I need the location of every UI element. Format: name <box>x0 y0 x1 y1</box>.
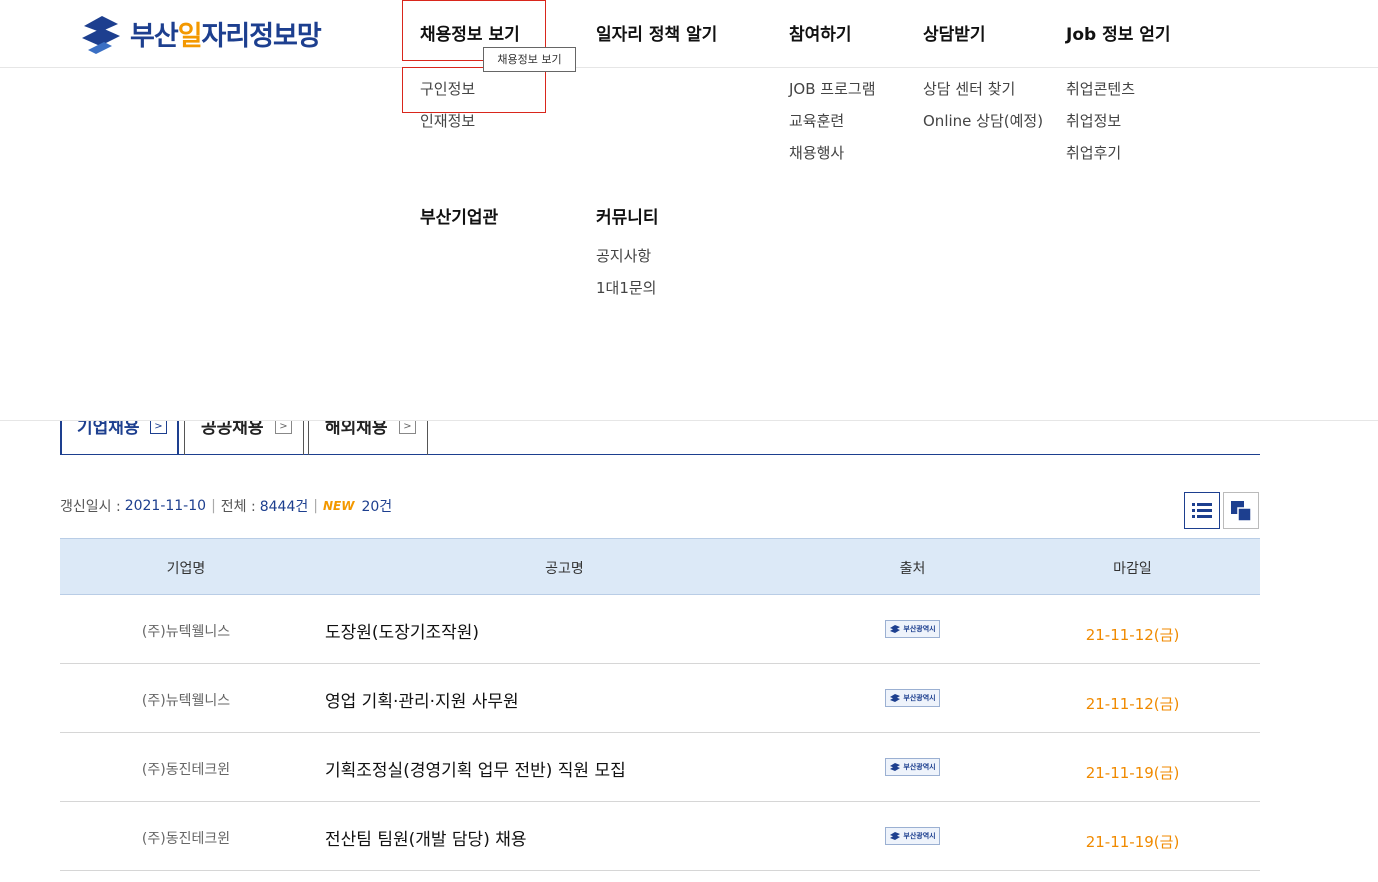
gnb-policy[interactable]: 일자리 정책 알기 <box>596 20 717 45</box>
col-deadline: 마감일 <box>1113 561 1152 577</box>
submenu-training[interactable]: 교육훈련 <box>789 110 844 131</box>
table-row[interactable]: (주)뉴텍웰니스 영업 기획·관리·지원 사무원 부산광역시 21-11-12(… <box>60 664 1260 733</box>
source-badge: 부산광역시 <box>885 689 940 707</box>
submenu-hiring-event[interactable]: 채용행사 <box>789 142 844 163</box>
company-name: (주)동진테크윈 <box>141 762 231 778</box>
tab-label: 공공채용 <box>201 421 264 438</box>
tab-overseas-recruit[interactable]: 해외채용 > <box>308 421 428 455</box>
menu-busan-companies[interactable]: 부산기업관 <box>420 203 498 228</box>
submenu-find-center[interactable]: 상담 센터 찾기 <box>923 78 1015 99</box>
posting-title[interactable]: 전산팀 팀원(개발 담당) 채용 <box>325 825 527 850</box>
site-logo[interactable]: 부산일자리정보망 <box>78 10 322 56</box>
list-view-button[interactable] <box>1184 492 1220 529</box>
gnb-job-get[interactable]: Job 정보 얻기 <box>1066 20 1171 45</box>
company-name: (주)뉴텍웰니스 <box>141 624 231 640</box>
source-badge: 부산광역시 <box>885 620 940 638</box>
company-name: (주)뉴텍웰니스 <box>141 693 231 709</box>
updated-label: 갱신일시 : <box>60 499 121 515</box>
total-value: 8444건 <box>259 499 309 515</box>
gnb-participate[interactable]: 참여하기 <box>789 20 852 45</box>
new-badge: NEW <box>322 499 355 513</box>
gnb-consult[interactable]: 상담받기 <box>923 20 986 45</box>
list-meta: 갱신일시 : 2021-11-10 | 전체 : 8444건 | NEW 20건 <box>60 496 392 516</box>
tab-company-recruit[interactable]: 기업채용 > <box>60 421 179 455</box>
tab-label: 기업채용 <box>77 421 140 438</box>
company-name: (주)동진테크윈 <box>141 831 231 847</box>
gnb-tooltip: 채용정보 보기 <box>483 47 576 72</box>
table-header: 기업명 공고명 출처 마감일 <box>60 538 1260 595</box>
source-label: 부산광역시 <box>903 694 936 702</box>
site-logo-text: 부산일자리정보망 <box>130 20 322 52</box>
source-label: 부산광역시 <box>903 763 936 771</box>
source-badge: 부산광역시 <box>885 827 940 845</box>
deadline: 21-11-12(금) <box>1085 626 1180 644</box>
submenu-inquiry[interactable]: 1대1문의 <box>596 277 657 298</box>
menu-community[interactable]: 커뮤니티 <box>596 203 659 228</box>
chevron-right-icon: > <box>275 421 292 434</box>
submenu-talent[interactable]: 인재정보 <box>420 110 475 131</box>
submenu-job-content[interactable]: 취업콘텐츠 <box>1066 78 1135 99</box>
site-header: 부산일자리정보망 채용정보 보기 일자리 정책 알기 참여하기 상담받기 Job… <box>0 0 1378 68</box>
submenu-online-consult[interactable]: Online 상담(예정) <box>923 110 1043 131</box>
col-company: 기업명 <box>166 561 206 577</box>
table-row[interactable]: (주)동진테크윈 전산팀 팀원(개발 담당) 채용 부산광역시 21-11-19… <box>60 802 1260 871</box>
submenu-job-program[interactable]: JOB 프로그램 <box>789 78 876 99</box>
total-label: 전체 : <box>220 499 256 515</box>
card-view-button[interactable] <box>1223 492 1259 529</box>
list-icon <box>1192 503 1212 518</box>
tab-label: 해외채용 <box>325 421 388 438</box>
submenu-job-seeking[interactable]: 구인정보 <box>420 78 475 99</box>
separator: | <box>211 498 216 514</box>
source-label: 부산광역시 <box>903 625 936 633</box>
busan-logo-icon <box>82 16 120 54</box>
tab-public-recruit[interactable]: 공공채용 > <box>184 421 304 455</box>
source-label: 부산광역시 <box>903 832 936 840</box>
busan-logo-icon <box>890 624 901 633</box>
deadline: 21-11-12(금) <box>1085 695 1180 713</box>
submenu-job-reviews[interactable]: 취업후기 <box>1066 142 1121 163</box>
col-source: 출처 <box>899 561 926 577</box>
separator: | <box>313 498 318 514</box>
posting-title[interactable]: 기획조정실(경영기획 업무 전반) 직원 모집 <box>325 756 626 781</box>
col-title: 공고명 <box>545 561 584 577</box>
source-badge: 부산광역시 <box>885 758 940 776</box>
submenu-notice[interactable]: 공지사항 <box>596 245 651 266</box>
card-icon <box>1231 501 1252 522</box>
busan-logo-icon <box>890 762 901 771</box>
submenu-job-news[interactable]: 취업정보 <box>1066 110 1121 131</box>
chevron-right-icon: > <box>150 421 167 434</box>
posting-title[interactable]: 영업 기획·관리·지원 사무원 <box>325 687 519 712</box>
busan-logo-icon <box>890 831 901 840</box>
posting-title[interactable]: 도장원(도장기조작원) <box>325 618 479 643</box>
table-row[interactable]: (주)뉴텍웰니스 도장원(도장기조작원) 부산광역시 21-11-12(금) <box>60 595 1260 664</box>
recruit-tabs: 기업채용 > 공공채용 > 해외채용 > <box>60 421 1260 455</box>
deadline: 21-11-19(금) <box>1085 764 1180 782</box>
deadline: 21-11-19(금) <box>1085 833 1180 851</box>
chevron-right-icon: > <box>399 421 416 434</box>
table-row[interactable]: (주)동진테크윈 기획조정실(경영기획 업무 전반) 직원 모집 부산광역시 2… <box>60 733 1260 802</box>
new-count: 20건 <box>361 499 393 515</box>
updated-value: 2021-11-10 <box>124 498 207 514</box>
busan-logo-icon <box>890 693 901 702</box>
